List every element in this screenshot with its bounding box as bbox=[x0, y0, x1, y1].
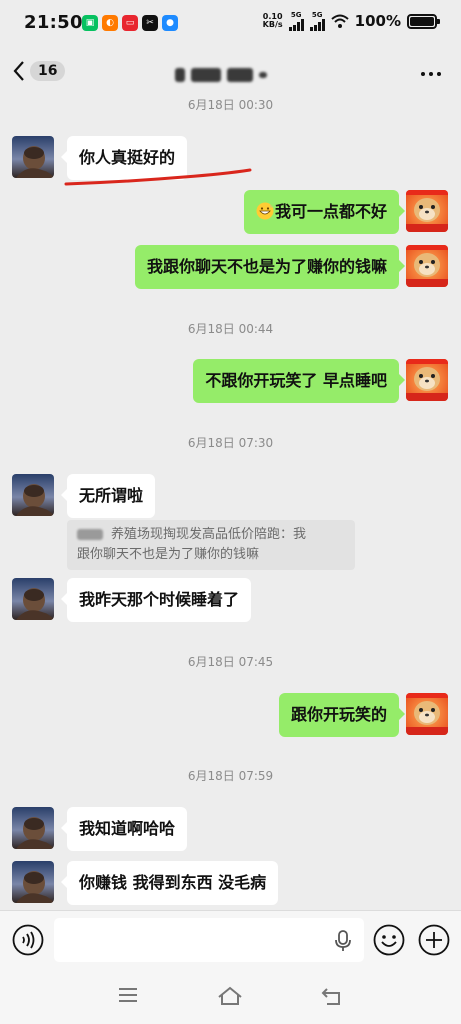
red-underline-annotation bbox=[64, 168, 252, 186]
chat-messages[interactable]: 6月18日 00:30 你人真挺好的 我可一点都不好 我跟你聊天不也是为了赚你的… bbox=[0, 90, 461, 910]
my-avatar[interactable] bbox=[406, 190, 448, 232]
blue-app-icon: ● bbox=[162, 15, 178, 31]
menu-icon[interactable] bbox=[117, 985, 139, 1005]
contact-avatar[interactable] bbox=[12, 136, 54, 178]
battery-percent: 100% bbox=[354, 12, 401, 30]
outgoing-message[interactable]: 我跟你聊天不也是为了赚你的钱嘛 bbox=[134, 245, 406, 289]
contact-avatar[interactable] bbox=[12, 861, 54, 903]
network-speed: 0.10 KB/s bbox=[263, 13, 283, 29]
sim2-label: 5G bbox=[311, 11, 323, 19]
capcut-icon: ✂ bbox=[142, 15, 158, 31]
timestamp: 6月18日 07:59 bbox=[187, 769, 274, 783]
sim1-label: 5G bbox=[290, 11, 302, 19]
status-bar: 21:50 ▣ ◐ ▭ ✂ ● 0.10 KB/s 5G 5G 100% bbox=[0, 0, 461, 46]
notification-icons: ▣ ◐ ▭ ✂ ● bbox=[82, 15, 178, 31]
voice-input-icon[interactable] bbox=[12, 924, 44, 956]
contact-avatar[interactable] bbox=[12, 807, 54, 849]
my-avatar[interactable] bbox=[406, 693, 448, 735]
message-input[interactable] bbox=[54, 918, 364, 962]
back-button[interactable]: 16 bbox=[12, 60, 66, 82]
timestamp: 6月18日 00:44 bbox=[187, 322, 274, 336]
orange-app-icon: ◐ bbox=[102, 15, 118, 31]
incoming-message[interactable]: 我昨天那个时候睡着了 bbox=[60, 578, 252, 622]
back-arrow-icon[interactable] bbox=[321, 985, 343, 1007]
grinning-sweat-emoji bbox=[256, 202, 274, 220]
timestamp: 6月18日 07:30 bbox=[187, 436, 274, 450]
incoming-message[interactable]: 我知道啊哈哈 bbox=[60, 807, 188, 851]
incoming-message[interactable]: 无所谓啦 bbox=[60, 474, 156, 518]
status-time: 21:50 bbox=[24, 12, 83, 33]
input-bar bbox=[0, 910, 461, 968]
microphone-icon[interactable] bbox=[334, 930, 352, 952]
quoted-message[interactable]: 养殖场现掏现发高品低价陪跑：我 跟你聊天不也是为了赚你的钱嘛 bbox=[67, 520, 355, 570]
my-avatar[interactable] bbox=[406, 245, 448, 287]
net-speed-unit: KB/s bbox=[262, 20, 283, 29]
wifi-icon bbox=[330, 14, 349, 28]
red-app-icon: ▭ bbox=[122, 15, 138, 31]
home-icon[interactable] bbox=[217, 985, 243, 1007]
my-avatar[interactable] bbox=[406, 359, 448, 401]
contact-avatar[interactable] bbox=[12, 578, 54, 620]
status-indicators: 0.10 KB/s 5G 5G 100% bbox=[263, 11, 440, 31]
quote-line-1: 养殖场现掏现发高品低价陪跑：我 bbox=[111, 527, 307, 542]
message-text: 我可一点都不好 bbox=[274, 202, 387, 221]
quote-line-2: 跟你聊天不也是为了赚你的钱嘛 bbox=[77, 547, 260, 562]
chat-title-redacted bbox=[175, 64, 285, 86]
green-app-icon: ▣ bbox=[82, 15, 98, 31]
more-options-icon[interactable] bbox=[419, 62, 443, 86]
add-attachment-icon[interactable] bbox=[418, 924, 450, 956]
contact-avatar[interactable] bbox=[12, 474, 54, 516]
quoted-sender-redacted bbox=[77, 529, 103, 540]
timestamp: 6月18日 00:30 bbox=[187, 98, 274, 112]
signal-sim2-icon: 5G bbox=[309, 11, 325, 31]
battery-fill bbox=[410, 16, 434, 26]
incoming-message[interactable]: 你赚钱 我得到东西 没毛病 bbox=[60, 861, 279, 905]
unread-count-badge: 16 bbox=[30, 61, 66, 81]
outgoing-message[interactable]: 跟你开玩笑的 bbox=[278, 693, 406, 737]
chevron-left-icon bbox=[13, 61, 24, 81]
outgoing-message[interactable]: 不跟你开玩笑了 早点睡吧 bbox=[193, 359, 405, 403]
signal-sim1-icon: 5G bbox=[288, 11, 304, 31]
timestamp: 6月18日 07:45 bbox=[187, 655, 274, 669]
outgoing-message[interactable]: 我可一点都不好 bbox=[243, 190, 406, 234]
emoji-icon[interactable] bbox=[373, 924, 405, 956]
system-navigation-bar bbox=[0, 968, 461, 1024]
battery-icon bbox=[407, 13, 440, 29]
